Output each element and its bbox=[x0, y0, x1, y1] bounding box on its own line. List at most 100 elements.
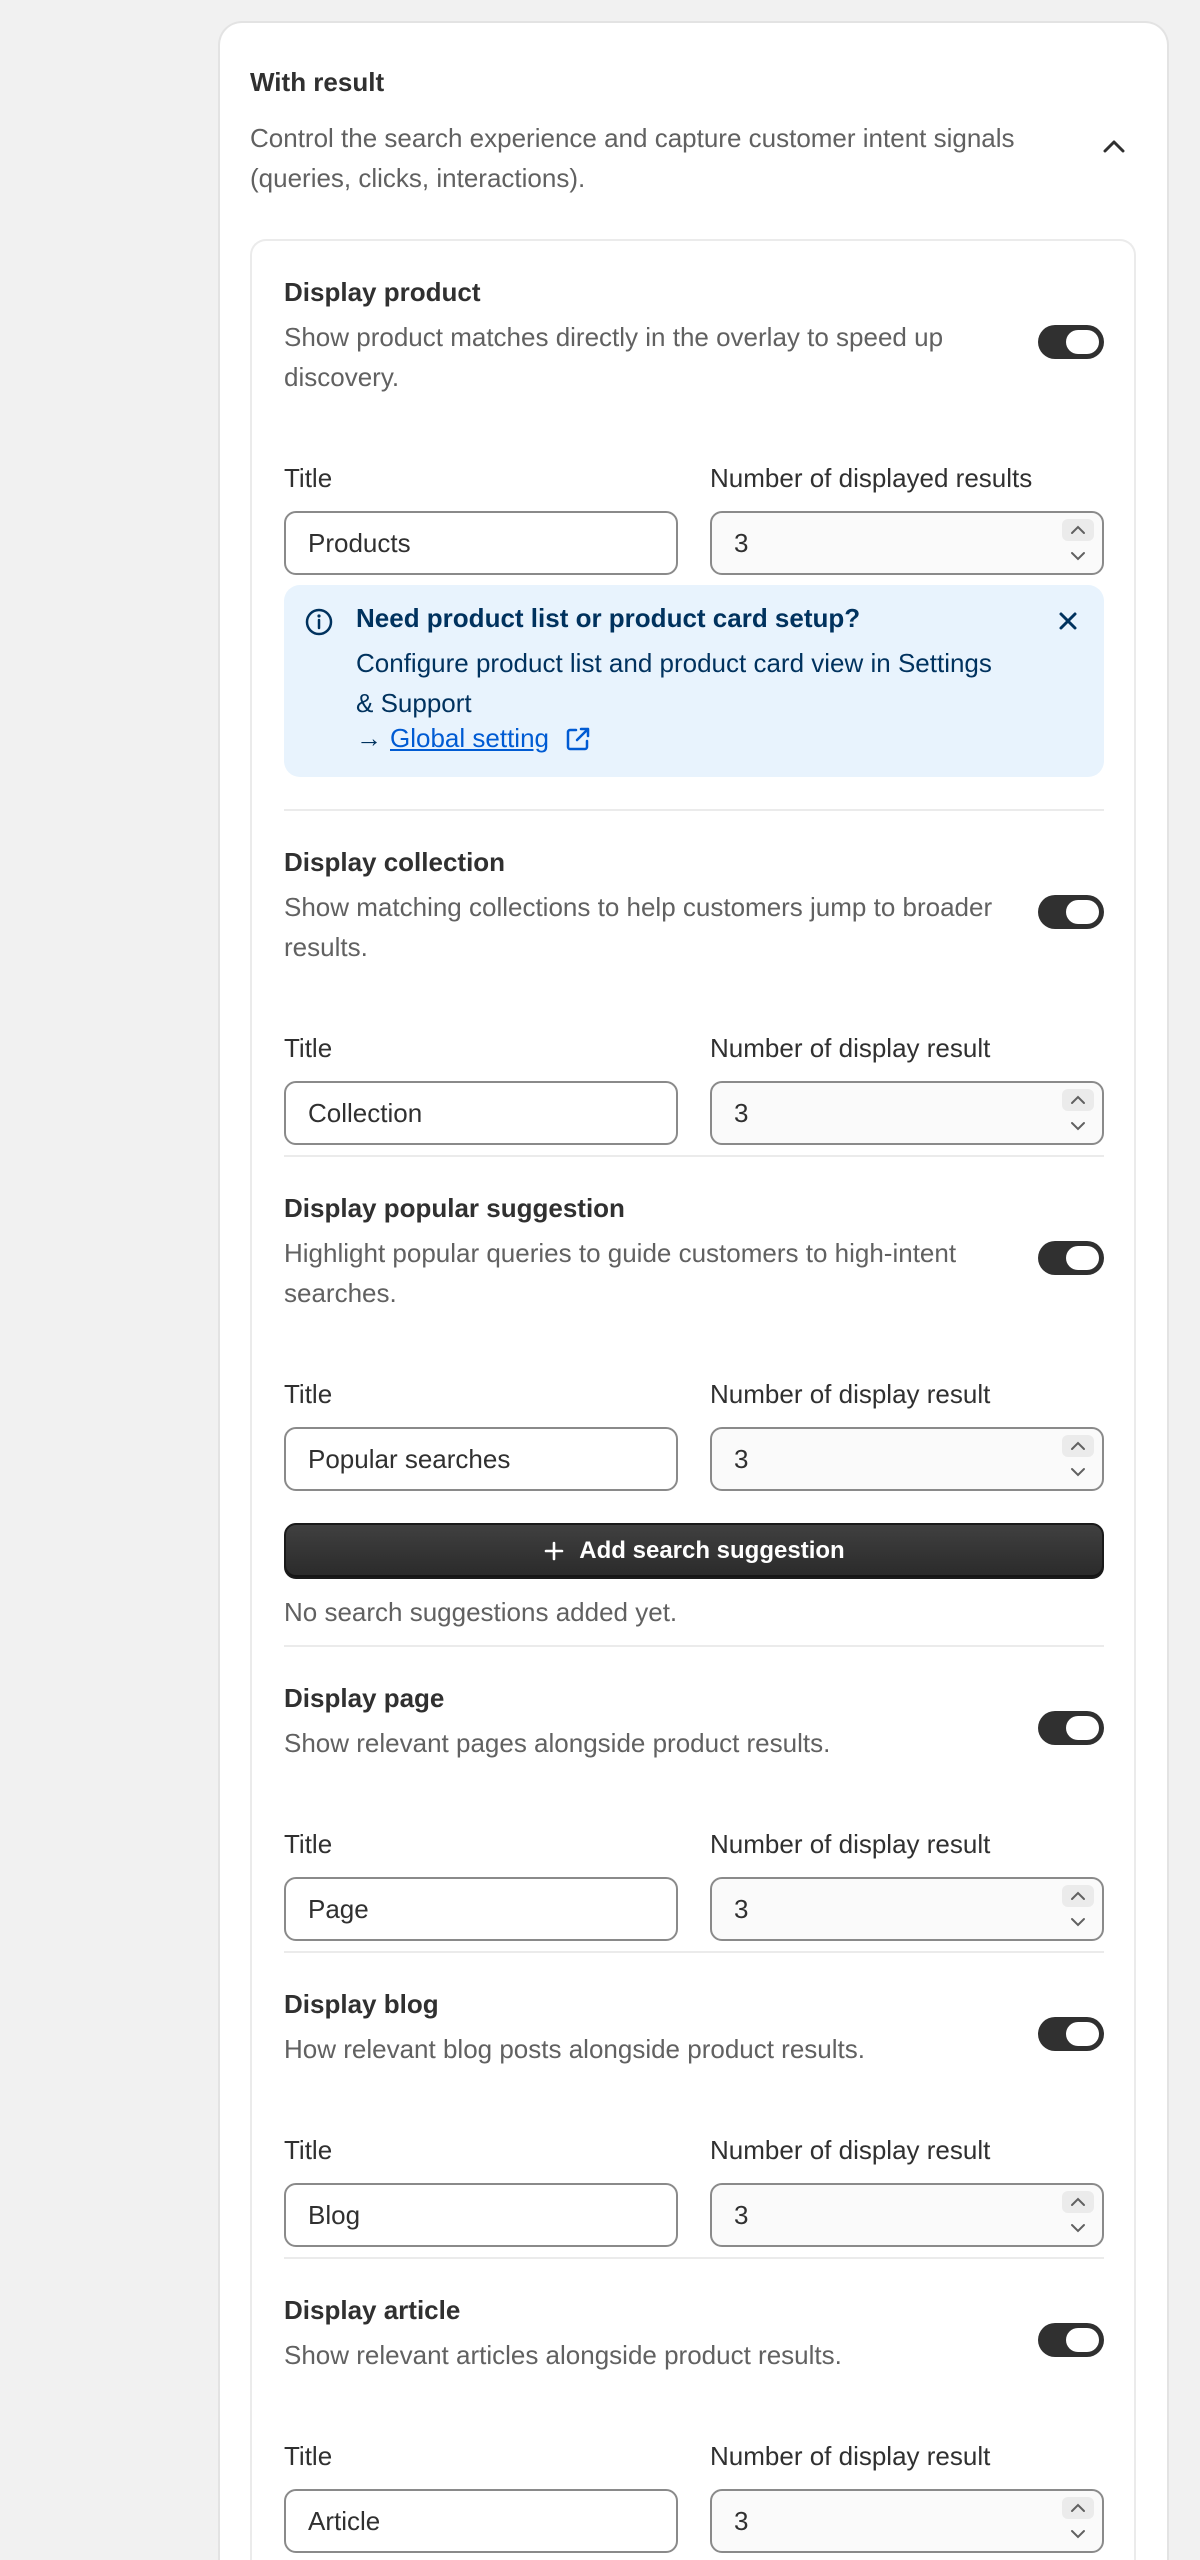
divider bbox=[284, 1155, 1104, 1157]
add-button-label: Add search suggestion bbox=[579, 1537, 845, 1564]
chevron-down-icon bbox=[1071, 1918, 1085, 1927]
count-label: Number of displayed results bbox=[710, 463, 1033, 493]
increment-button[interactable] bbox=[1062, 519, 1094, 541]
decrement-button[interactable] bbox=[1062, 2217, 1094, 2239]
section-description: Show product matches directly in the ove… bbox=[284, 322, 944, 392]
product-count-input[interactable]: 3 bbox=[710, 511, 1104, 575]
blog-count-input[interactable]: 3 bbox=[710, 2183, 1104, 2247]
card-title: With result bbox=[250, 67, 385, 97]
article-count-input[interactable]: 3 bbox=[710, 2489, 1104, 2553]
chevron-down-icon bbox=[1071, 1468, 1085, 1477]
section-title: Display article bbox=[284, 2295, 461, 2325]
display-collection-toggle[interactable] bbox=[1038, 895, 1104, 929]
chevron-down-icon bbox=[1071, 2530, 1085, 2539]
increment-button[interactable] bbox=[1062, 1885, 1094, 1907]
section-title: Display blog bbox=[284, 1989, 439, 2019]
info-icon bbox=[305, 608, 333, 636]
display-page-toggle[interactable] bbox=[1038, 1711, 1104, 1745]
chevron-down-icon bbox=[1071, 2224, 1085, 2233]
page-count-input[interactable]: 3 bbox=[710, 1877, 1104, 1941]
chevron-up-icon bbox=[1071, 1891, 1085, 1900]
count-label: Number of display result bbox=[710, 1379, 991, 1409]
chevron-up-icon bbox=[1071, 525, 1085, 534]
global-setting-link[interactable]: Global setting bbox=[390, 723, 549, 754]
empty-suggestions-note: No search suggestions added yet. bbox=[284, 1597, 678, 1627]
toggle-knob bbox=[1066, 2022, 1099, 2046]
chevron-up-icon bbox=[1071, 2503, 1085, 2512]
section-description: Show relevant pages alongside product re… bbox=[284, 1728, 831, 1758]
with-result-card: With result Control the search experienc… bbox=[218, 21, 1169, 2560]
count-value: 3 bbox=[734, 528, 749, 558]
info-banner: Need product list or product card setup?… bbox=[284, 585, 1104, 777]
chevron-up-icon bbox=[1071, 2197, 1085, 2206]
add-search-suggestion-button[interactable]: Add search suggestion bbox=[284, 1523, 1104, 1579]
toggle-knob bbox=[1066, 900, 1099, 924]
increment-button[interactable] bbox=[1062, 2497, 1094, 2519]
title-label: Title bbox=[284, 1829, 333, 1859]
section-description: Show matching collections to help custom… bbox=[284, 892, 993, 962]
card-description: Control the search experience and captur… bbox=[250, 123, 1015, 193]
count-label: Number of display result bbox=[710, 2441, 991, 2471]
page-title-input[interactable]: Page bbox=[284, 1877, 678, 1941]
number-stepper bbox=[1060, 1885, 1096, 1933]
display-blog-toggle[interactable] bbox=[1038, 2017, 1104, 2051]
increment-button[interactable] bbox=[1062, 1089, 1094, 1111]
blog-title-input[interactable]: Blog bbox=[284, 2183, 678, 2247]
increment-button[interactable] bbox=[1062, 1435, 1094, 1457]
banner-title: Need product list or product card setup? bbox=[356, 603, 861, 633]
arrow-icon: → bbox=[356, 723, 382, 753]
display-product-toggle[interactable] bbox=[1038, 325, 1104, 359]
decrement-button[interactable] bbox=[1062, 545, 1094, 567]
banner-link-row: → Global setting bbox=[356, 723, 593, 754]
decrement-button[interactable] bbox=[1062, 1115, 1094, 1137]
number-stepper bbox=[1060, 1089, 1096, 1137]
number-stepper bbox=[1060, 519, 1096, 567]
collection-title-input[interactable]: Collection bbox=[284, 1081, 678, 1145]
card-header: With result Control the search experienc… bbox=[250, 67, 1110, 198]
count-value: 3 bbox=[734, 1098, 749, 1128]
display-popular-suggestion-toggle[interactable] bbox=[1038, 1241, 1104, 1275]
chevron-up-icon bbox=[1103, 140, 1125, 153]
count-value: 3 bbox=[734, 1894, 749, 1924]
external-link-icon[interactable] bbox=[563, 724, 593, 754]
collection-count-input[interactable]: 3 bbox=[710, 1081, 1104, 1145]
toggle-knob bbox=[1066, 1716, 1099, 1740]
display-article-toggle[interactable] bbox=[1038, 2323, 1104, 2357]
decrement-button[interactable] bbox=[1062, 1461, 1094, 1483]
count-value: 3 bbox=[734, 2200, 749, 2230]
section-description: How relevant blog posts alongside produc… bbox=[284, 2034, 865, 2064]
banner-body: Configure product list and product card … bbox=[356, 648, 992, 718]
toggle-knob bbox=[1066, 1246, 1099, 1270]
plus-icon bbox=[543, 1540, 565, 1562]
divider bbox=[284, 809, 1104, 811]
article-title-input[interactable]: Article bbox=[284, 2489, 678, 2553]
count-label: Number of display result bbox=[710, 2135, 991, 2165]
section-title: Display page bbox=[284, 1683, 445, 1713]
collapse-button[interactable] bbox=[1097, 129, 1131, 163]
title-label: Title bbox=[284, 463, 333, 493]
chevron-down-icon bbox=[1071, 552, 1085, 561]
chevron-down-icon bbox=[1071, 1122, 1085, 1131]
count-value: 3 bbox=[734, 2506, 749, 2536]
count-label: Number of display result bbox=[710, 1033, 991, 1063]
count-value: 3 bbox=[734, 1444, 749, 1474]
popular-count-input[interactable]: 3 bbox=[710, 1427, 1104, 1491]
divider bbox=[284, 1645, 1104, 1647]
section-description: Highlight popular queries to guide custo… bbox=[284, 1238, 957, 1308]
section-title: Display collection bbox=[284, 847, 506, 877]
product-title-input[interactable]: Products bbox=[284, 511, 678, 575]
decrement-button[interactable] bbox=[1062, 1911, 1094, 1933]
title-label: Title bbox=[284, 1033, 333, 1063]
close-icon[interactable] bbox=[1054, 607, 1082, 635]
increment-button[interactable] bbox=[1062, 2191, 1094, 2213]
chevron-up-icon bbox=[1071, 1095, 1085, 1104]
divider bbox=[284, 2257, 1104, 2259]
chevron-up-icon bbox=[1071, 1441, 1085, 1450]
divider bbox=[284, 1951, 1104, 1953]
toggle-knob bbox=[1066, 330, 1099, 354]
title-label: Title bbox=[284, 2441, 333, 2471]
popular-title-input[interactable]: Popular searches bbox=[284, 1427, 678, 1491]
section-description: Show relevant articles alongside product… bbox=[284, 2340, 842, 2370]
number-stepper bbox=[1060, 1435, 1096, 1483]
decrement-button[interactable] bbox=[1062, 2523, 1094, 2545]
